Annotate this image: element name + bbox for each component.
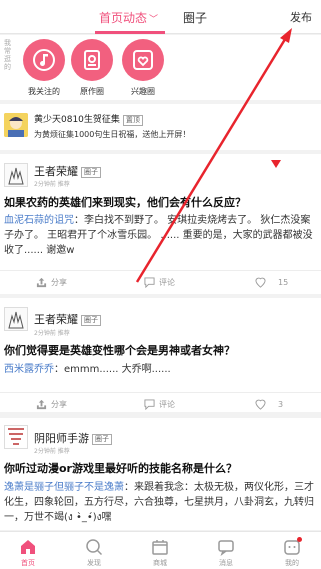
circle-tag: 圈子	[81, 315, 101, 326]
post-meta: 2分钟前 推荐	[34, 181, 70, 188]
post-author[interactable]: 王者荣耀	[34, 313, 78, 326]
banner-thumbnail	[4, 113, 28, 137]
like-button[interactable]: 3	[255, 399, 283, 410]
share-label: 分享	[51, 400, 67, 409]
like-icon	[255, 277, 266, 288]
avatar[interactable]	[4, 425, 28, 449]
nav-label: 消息	[219, 559, 233, 567]
notification-dot	[297, 537, 302, 542]
comment-text: ：emmm...... 大乔啊......	[54, 364, 171, 375]
nav-discover[interactable]: 发现	[74, 537, 114, 568]
comment-button[interactable]: 评论	[144, 277, 175, 288]
tab-circle[interactable]: 圈子	[183, 9, 207, 26]
post-meta: 2分钟前 推荐	[34, 448, 70, 455]
avatar[interactable]	[4, 163, 28, 187]
music-note-icon	[23, 39, 65, 81]
top-bar: 首页动态 ﹀ 圈子 发布	[0, 0, 321, 34]
avatar[interactable]	[4, 307, 28, 331]
post-top-comment[interactable]: 血泥石蒜的诅咒：李白找不到野了。 安琪拉卖烧烤去了。 狄仁杰没案子办了。 王昭君…	[4, 213, 316, 258]
post-top-comment[interactable]: 西米露乔乔：emmm...... 大乔啊......	[4, 362, 316, 377]
quick-item-label: 兴趣圈	[131, 87, 155, 96]
like-count: 15	[278, 278, 289, 287]
post-author-row: 王者荣耀 圈子	[34, 311, 101, 327]
post-card[interactable]: 王者荣耀 圈子 2分钟前 推荐 你们觉得要是英雄变性哪个会是男神或者女神？ 西米露…	[0, 298, 321, 412]
comment-icon	[144, 277, 155, 288]
banner-subtitle: 为黄烦征集1000句生日祝福，送他上开屏！	[34, 130, 191, 139]
nav-shop[interactable]: 商城	[140, 537, 180, 568]
banner-title-row: 黄少天0810生贺征集 置顶	[34, 112, 143, 126]
home-icon	[8, 537, 48, 556]
post-card[interactable]: 王者荣耀 圈子 2分钟前 推荐 如果农药的英雄们来到现实，他们会有什么反应？ 血泥…	[0, 154, 321, 294]
pinned-tag: 置顶	[122, 115, 143, 126]
post-author[interactable]: 阴阳师手游	[34, 432, 89, 445]
circle-tag: 圈子	[81, 167, 101, 178]
banner-title: 黄少天0810生贺征集	[34, 115, 120, 125]
comment-username[interactable]: 血泥石蒜的诅咒	[4, 215, 74, 226]
post-title[interactable]: 你听过动漫or游戏里最好听的技能名称是什么？	[4, 460, 316, 476]
share-icon	[36, 399, 47, 410]
nav-label: 首页	[21, 559, 35, 567]
nav-home[interactable]: 首页	[8, 537, 48, 568]
pinned-banner[interactable]: 黄少天0810生贺征集 置顶 为黄烦征集1000句生日祝福，送他上开屏！	[0, 104, 321, 150]
comment-label: 评论	[159, 278, 175, 287]
nav-label: 我的	[285, 559, 299, 567]
publish-button[interactable]: 发布	[290, 9, 312, 25]
tab-home-label: 首页动态	[99, 11, 148, 25]
quick-item-interest[interactable]: 兴趣圈	[113, 39, 173, 97]
post-actions: 分享 评论 3	[0, 392, 321, 416]
like-count: 3	[278, 400, 284, 409]
comment-label: 评论	[159, 400, 175, 409]
active-tab-indicator	[95, 31, 165, 34]
book-icon	[71, 39, 113, 81]
share-label: 分享	[51, 278, 67, 287]
message-icon	[206, 537, 246, 556]
post-title[interactable]: 你们觉得要是英雄变性哪个会是男神或者女神？	[4, 342, 316, 358]
post-title[interactable]: 如果农药的英雄们来到现实，他们会有什么反应？	[4, 194, 316, 210]
frequent-label: 我常逛的	[4, 39, 11, 71]
comment-username[interactable]: 逸萧是骊子但骊子不是逸萧	[4, 482, 124, 493]
like-icon	[255, 399, 266, 410]
post-actions: 分享 评论 15	[0, 270, 321, 294]
nav-label: 发现	[87, 559, 101, 567]
comment-icon	[144, 399, 155, 410]
nav-profile[interactable]: 我的	[272, 537, 312, 568]
post-author-row: 王者荣耀 圈子	[34, 163, 101, 179]
share-button[interactable]: 分享	[36, 277, 67, 288]
share-button[interactable]: 分享	[36, 399, 67, 410]
post-author[interactable]: 王者荣耀	[34, 165, 78, 178]
comment-button[interactable]: 评论	[144, 399, 175, 410]
post-card[interactable]: 阴阳师手游 圈子 2分钟前 推荐 你听过动漫or游戏里最好听的技能名称是什么？ 逸…	[0, 418, 321, 530]
bottom-nav: 首页 发现 商城 消息 我的	[0, 531, 321, 569]
nav-label: 商城	[153, 559, 167, 567]
heart-icon	[122, 39, 164, 81]
circle-tag: 圈子	[92, 434, 112, 445]
post-meta: 2分钟前 推荐	[34, 330, 70, 337]
frequent-circles: 我常逛的 我关注的 原作圈 兴趣圈	[0, 35, 321, 100]
shop-icon	[140, 537, 180, 556]
profile-icon	[272, 537, 312, 556]
share-icon	[36, 277, 47, 288]
post-author-row: 阴阳师手游 圈子	[34, 430, 112, 446]
chevron-down-icon: ﹀	[149, 15, 159, 25]
post-top-comment[interactable]: 逸萧是骊子但骊子不是逸萧：来跟着我念：太极无极，两仪化形，三才化生，四象轮回，五…	[4, 480, 316, 525]
like-button[interactable]: 15	[255, 277, 288, 288]
dropdown-marker[interactable]	[271, 160, 281, 168]
comment-username[interactable]: 西米露乔乔	[4, 364, 54, 375]
discover-icon	[74, 537, 114, 556]
nav-messages[interactable]: 消息	[206, 537, 246, 568]
tab-home-feed[interactable]: 首页动态 ﹀	[99, 9, 158, 26]
